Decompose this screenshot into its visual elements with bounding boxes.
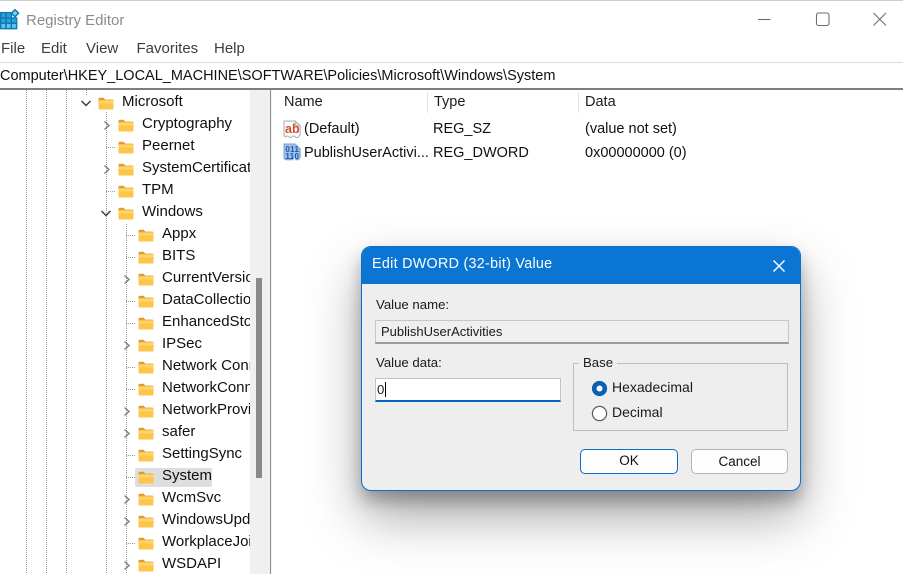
svg-text:ab: ab: [285, 122, 300, 136]
svg-text:110: 110: [285, 152, 299, 161]
